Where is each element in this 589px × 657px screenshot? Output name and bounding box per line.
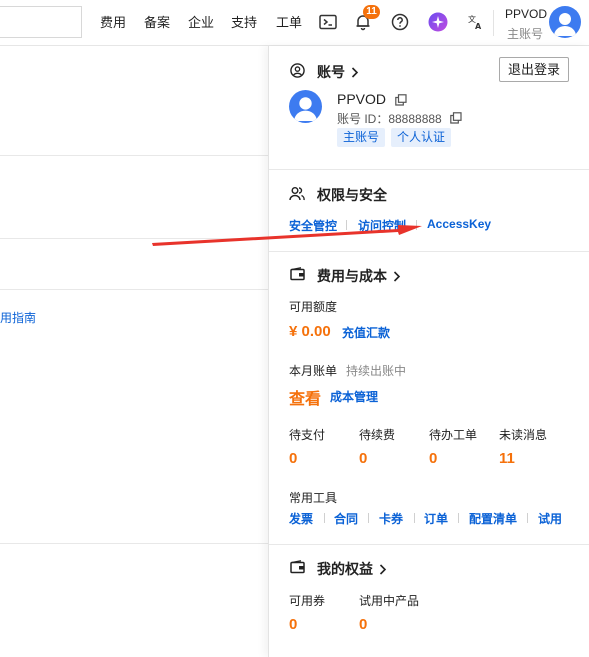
balance-value: ¥ 0.00 [289,323,331,340]
top-bar: 费用 备案 企业 支持 工单 11 文A PPVOD 主账号 [0,0,589,46]
users-icon [289,185,305,201]
pending-renewal-label: 待续费 [359,428,396,442]
divider [0,155,268,156]
pending-renewal-count[interactable]: 0 [359,450,367,467]
monthly-bill-label: 本月账单 [289,364,338,378]
help-icon[interactable] [389,11,411,33]
divider [493,10,494,36]
account-title[interactable]: 账号 [317,62,359,82]
language-icon[interactable]: 文A [465,11,487,33]
ai-assistant-icon[interactable] [427,11,449,33]
benefits-title[interactable]: 我的权益 [317,559,387,579]
divider [458,513,459,523]
tool-config-list-link[interactable]: 配置清单 [469,510,517,527]
pending-ticket-label: 待办工单 [429,428,478,442]
terminal-icon[interactable] [317,11,339,33]
bill-status: 持续出账中 [346,364,407,378]
recharge-link[interactable]: 充值汇款 [342,324,390,341]
pending-ticket-count[interactable]: 0 [429,450,437,467]
divider [269,251,589,252]
wallet-icon [289,559,305,575]
divider [416,220,417,230]
billing-guide-link[interactable]: 费用指南 [0,309,36,326]
logout-button[interactable]: 退出登录 [499,57,569,82]
pending-payment-label: 待支付 [289,428,326,442]
tools-label: 常用工具 [289,491,338,505]
security-control-link[interactable]: 安全管控 [289,217,337,234]
unread-message-count[interactable]: 11 [499,450,515,467]
nav-icp[interactable]: 备案 [144,14,170,32]
tag-personal-verification[interactable]: 个人认证 [391,128,452,147]
tool-coupon-link[interactable]: 卡券 [379,510,403,527]
trial-products-label: 试用中产品 [359,594,420,608]
nav-support[interactable]: 支持 [231,14,257,32]
tool-contract-link[interactable]: 合同 [334,510,358,527]
balance-label: 可用额度 [289,300,338,314]
divider [368,513,369,523]
view-bill-link[interactable]: 查看 [289,385,321,409]
notification-badge: 11 [363,5,380,19]
accesskey-link[interactable]: AccessKey [427,217,491,231]
billing-title[interactable]: 费用与成本 [317,266,401,286]
divider [324,513,325,523]
avatar [289,90,322,123]
nav-ticket[interactable]: 工单 [276,14,302,32]
account-title-label: 账号 [317,64,345,80]
tool-invoice-link[interactable]: 发票 [289,510,313,527]
svg-text:A: A [475,22,482,31]
security-title: 权限与安全 [317,187,387,203]
user-role: 主账号 [507,27,544,41]
user-name[interactable]: PPVOD [505,7,547,21]
available-coupons-count[interactable]: 0 [289,616,297,633]
pending-payment-count[interactable]: 0 [289,450,297,467]
benefits-title-label: 我的权益 [317,561,373,577]
user-circle-icon [289,62,305,78]
cost-management-link[interactable]: 成本管理 [330,388,378,405]
access-control-link[interactable]: 访问控制 [358,217,406,234]
account-id: 账号 ID：88888888 [337,112,442,126]
account-name: PPVOD [337,91,387,107]
available-coupons-label: 可用券 [289,594,326,608]
divider [414,513,415,523]
divider [346,220,347,230]
divider [0,289,268,290]
nav-billing[interactable]: 费用 [100,14,126,32]
chevron-right-icon [351,66,359,78]
account-dropdown-panel: 账号 退出登录 PPVOD 账号 ID：88888888 主账号 个人认证 权限… [268,46,589,657]
copy-icon[interactable] [395,94,407,106]
nav-enterprise[interactable]: 企业 [188,14,214,32]
search-input[interactable] [0,6,82,38]
wallet-icon [289,266,305,282]
divider [0,238,268,239]
billing-title-label: 费用与成本 [317,268,387,284]
copy-icon[interactable] [450,112,462,124]
avatar[interactable] [549,6,581,38]
chevron-right-icon [393,270,401,282]
divider [269,544,589,545]
trial-products-count[interactable]: 0 [359,616,367,633]
divider [0,543,268,544]
unread-message-label: 未读消息 [499,428,548,442]
divider [527,513,528,523]
tool-trial-link[interactable]: 试用 [538,510,562,527]
chevron-right-icon [379,563,387,575]
tool-order-link[interactable]: 订单 [424,510,448,527]
divider [269,169,589,170]
tag-main-account: 主账号 [337,128,386,147]
